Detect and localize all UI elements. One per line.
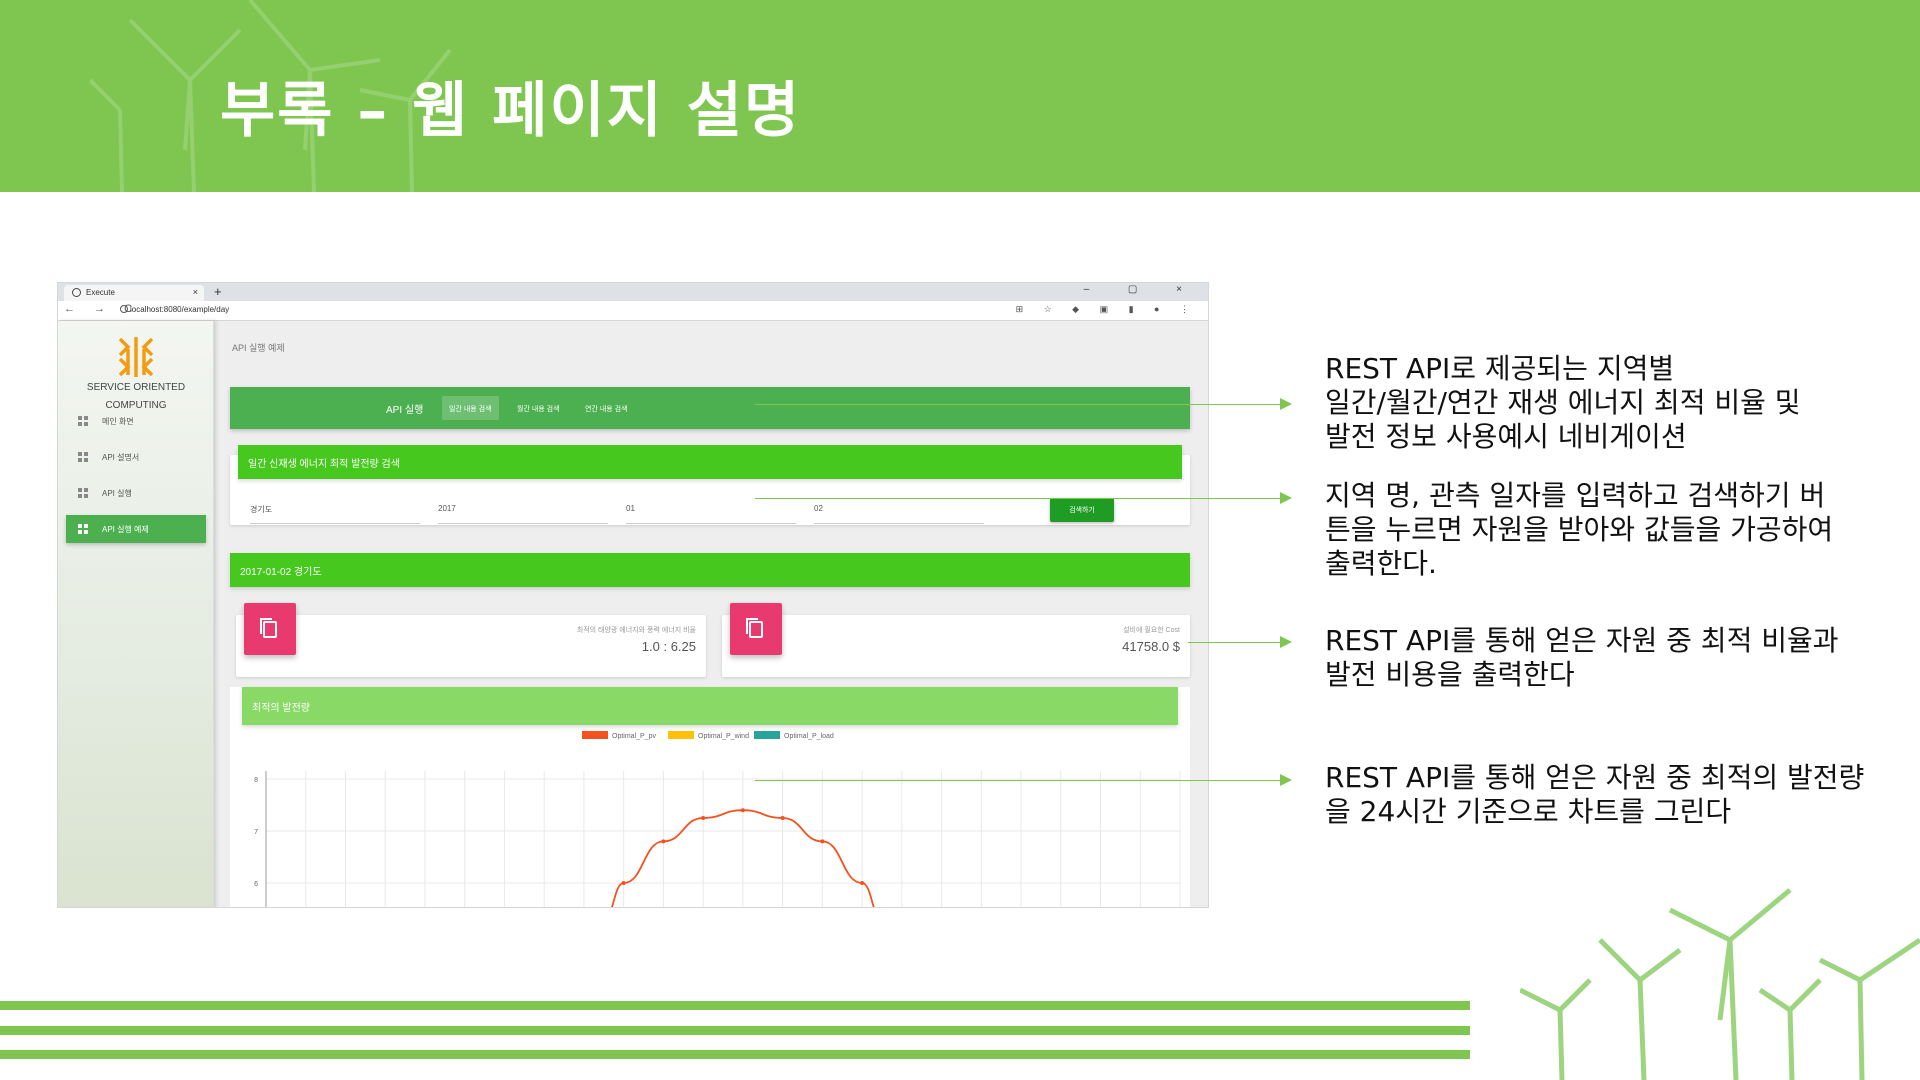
chart-card: 최적의 발전량 Optimal_P_pv Optimal_P_wind Optima… [230, 687, 1190, 907]
annotation-arrow-line [1188, 642, 1283, 643]
app-sidebar: SERVICE ORIENTED COMPUTING 메인 화면 API 설명서… [58, 321, 214, 907]
legend-label: Optimal_P_wind [698, 733, 749, 740]
arrow-right-icon [1280, 636, 1292, 648]
url-field[interactable]: localhost:8080/example/day [130, 305, 229, 314]
tab-monthly-search[interactable]: 월간 내용 검색 [510, 396, 567, 420]
ratio-stat-card: 최적의 태양광 에너지와 풍력 에너지 비율 1.0 : 6.25 [236, 603, 706, 677]
region-input[interactable]: 경기도 [250, 504, 420, 524]
annotation-search: 지역 명, 관측 일자를 입력하고 검색하기 버 튼을 누르면 자원을 받아와 … [1325, 479, 1834, 580]
annotation-ratio-cost: REST API를 통해 얻은 자원 중 최적 비율과 발전 비용을 출력한다 [1325, 624, 1839, 691]
wind-turbine-decoration [1520, 888, 1920, 1080]
window-controls[interactable]: – ▢ × [1084, 284, 1200, 295]
result-header: 2017-01-02 경기도 [230, 553, 1190, 587]
cost-stat-card: 설비에 필요한 Cost 41758.0 $ [722, 603, 1190, 677]
dashboard-icon [78, 452, 88, 462]
dashboard-icon [78, 488, 88, 498]
copy-icon [244, 603, 296, 655]
globe-icon [72, 288, 81, 297]
tab-title: Execute [86, 288, 115, 297]
annotation-arrow-line [755, 780, 1283, 781]
chart-title: 최적의 발전량 [242, 687, 1178, 725]
slide-header: 부록 – 웹 페이지 설명 [0, 0, 1920, 192]
annotation-arrow-line [755, 498, 1283, 499]
data-point [621, 881, 626, 885]
data-point [860, 881, 865, 885]
legend-swatch [754, 731, 780, 739]
search-card-title: 일간 신재생 에너지 최적 발전량 검색 [238, 445, 1182, 479]
sidebar-item-api-example[interactable]: API 실행 예제 [66, 515, 206, 543]
extension-icons[interactable]: ⊞ ☆ ◆ ▣ ▮ ● ⋮ [1016, 304, 1198, 315]
annotation-navigation: REST API로 제공되는 지역별 일간/월간/연간 재생 에너지 최적 비율… [1325, 352, 1801, 453]
annotation-chart: REST API를 통해 얻은 자원 중 최적의 발전량 을 24시간 기준으로… [1325, 761, 1865, 828]
sidebar-item-api-run[interactable]: API 실행 [66, 479, 206, 507]
legend-swatch [668, 731, 694, 739]
y-tick-label: 7 [254, 829, 258, 836]
bottom-stripe [0, 1001, 1470, 1010]
new-tab-button[interactable]: + [214, 284, 222, 299]
bottom-stripe [0, 1026, 1470, 1035]
browser-address-bar: ← → C localhost:8080/example/day ⊞ ☆ ◆ ▣… [58, 301, 1208, 321]
search-button[interactable]: 검색하기 [1050, 498, 1114, 522]
api-navbar-brand[interactable]: API 실행 [386, 401, 423, 416]
sidebar-item-main[interactable]: 메인 화면 [66, 407, 206, 435]
data-point [701, 816, 706, 820]
slide: 부록 – 웹 페이지 설명 Execute × + – ▢ × ← → C lo… [0, 0, 1920, 1080]
data-point [780, 816, 785, 820]
browser-tab-bar: Execute × + – ▢ × [58, 283, 1208, 301]
ratio-stat-label: 최적의 태양광 에너지와 풍력 에너지 비율 [576, 627, 696, 634]
day-input[interactable]: 02 [814, 504, 984, 524]
sidebar-item-api-docs[interactable]: API 설명서 [66, 443, 206, 471]
browser-nav-buttons[interactable]: ← → C [64, 303, 140, 315]
bottom-stripe [0, 1050, 1470, 1059]
ratio-stat-value: 1.0 : 6.25 [641, 639, 696, 654]
data-point [820, 839, 825, 844]
dashboard-icon [78, 524, 88, 534]
soc-logo-icon [118, 337, 154, 377]
slide-title: 부록 – 웹 페이지 설명 [220, 76, 802, 146]
month-input[interactable]: 01 [626, 504, 796, 524]
y-tick-label: 8 [254, 777, 258, 784]
data-point [661, 839, 666, 844]
generation-chart: Optimal_P_pv Optimal_P_wind Optimal_P_load… [254, 731, 1181, 907]
legend-label: Optimal_P_pv [612, 733, 656, 740]
cost-stat-value: 41758.0 $ [1122, 639, 1180, 654]
copy-icon [730, 603, 782, 655]
api-navbar: API 실행 일간 내용 검색 월간 내용 검색 연간 내용 검색 [230, 387, 1190, 429]
info-icon[interactable] [120, 305, 128, 313]
year-input[interactable]: 2017 [438, 504, 608, 524]
arrow-right-icon [1280, 398, 1292, 410]
arrow-right-icon [1280, 774, 1292, 786]
close-tab-icon[interactable]: × [193, 287, 198, 297]
tab-yearly-search[interactable]: 연간 내용 검색 [578, 396, 635, 420]
browser-screenshot: Execute × + – ▢ × ← → C localhost:8080/e… [57, 282, 1209, 908]
breadcrumb: API 실행 예제 [232, 343, 285, 353]
y-tick-label: 6 [254, 881, 258, 888]
annotation-arrow-line [755, 404, 1283, 405]
legend-swatch [582, 731, 608, 739]
data-point [740, 808, 745, 813]
legend-label: Optimal_P_load [784, 733, 834, 740]
arrow-right-icon [1280, 492, 1292, 504]
tab-daily-search[interactable]: 일간 내용 검색 [442, 396, 499, 420]
dashboard-icon [78, 416, 88, 426]
search-card: 일간 신재생 에너지 최적 발전량 검색 경기도 2017 01 02 검색하기 [230, 445, 1190, 525]
cost-stat-label: 설비에 필요한 Cost [1123, 627, 1180, 634]
browser-tab[interactable]: Execute × [64, 285, 204, 301]
